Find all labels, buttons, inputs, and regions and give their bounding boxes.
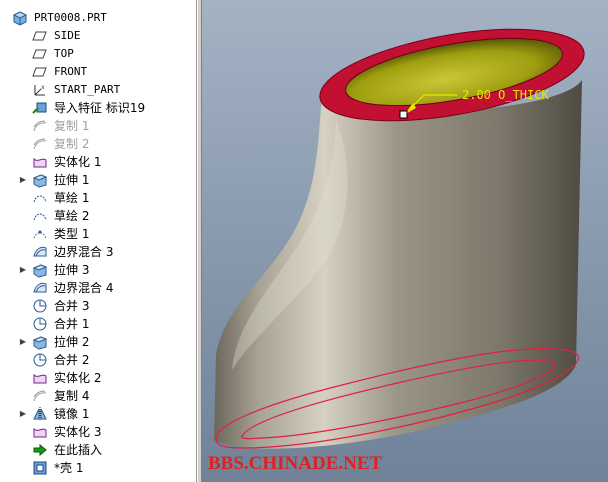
- svg-text:x: x: [41, 84, 45, 91]
- tree-root-label: PRT0008.PRT: [34, 11, 107, 24]
- extrude-icon: [32, 172, 48, 188]
- tree-item-label: 镜像 1: [54, 407, 90, 421]
- tree-item-label: 拉伸 1: [54, 173, 90, 187]
- boundary-blend-icon: [32, 244, 48, 260]
- dimension-label[interactable]: 2.00 O_THICK: [462, 88, 549, 102]
- tree-item[interactable]: ▶ 拉伸 2: [0, 333, 196, 351]
- tree-item-label: FRONT: [54, 65, 88, 78]
- tree-root-part[interactable]: PRT0008.PRT: [0, 9, 196, 27]
- copy-icon: [32, 118, 48, 134]
- copy-icon: [32, 388, 48, 404]
- expand-arrow-icon[interactable]: ▶: [18, 337, 28, 347]
- tree-item[interactable]: 复制 4: [0, 387, 196, 405]
- graphics-viewport[interactable]: 2.00 O_THICK BBS.CHINADE.NET: [202, 0, 608, 482]
- dimension-pick-point[interactable]: [399, 110, 408, 119]
- boundary-blend-icon: [32, 280, 48, 296]
- tree-item-label: 导入特征 标识19: [54, 101, 146, 115]
- part-icon: [12, 10, 28, 26]
- merge-icon: [32, 316, 48, 332]
- tree-item-label: START_PART: [54, 83, 121, 96]
- tree-item-label: 合并 2: [54, 353, 90, 367]
- tree-item[interactable]: *壳 1: [0, 459, 196, 477]
- tree-item[interactable]: FRONT: [0, 63, 196, 81]
- expand-arrow-icon[interactable]: ▶: [18, 265, 28, 275]
- merge-icon: [32, 298, 48, 314]
- tree-item[interactable]: 草绘 1: [0, 189, 196, 207]
- model-view: 2.00 O_THICK BBS.CHINADE.NET: [202, 0, 608, 482]
- merge-icon: [32, 352, 48, 368]
- tree-item[interactable]: 在此插入: [0, 441, 196, 459]
- watermark: BBS.CHINADE.NET: [208, 453, 383, 474]
- tree-item-label: 实体化 3: [54, 425, 102, 439]
- coordinate-system-icon: x: [32, 82, 48, 98]
- copy-icon: [32, 136, 48, 152]
- sketch-icon: [32, 190, 48, 206]
- extrude-icon: [32, 334, 48, 350]
- tree-item[interactable]: 边界混合 4: [0, 279, 196, 297]
- tree-item[interactable]: TOP: [0, 45, 196, 63]
- tree-item[interactable]: SIDE: [0, 27, 196, 45]
- tree-item[interactable]: 合并 3: [0, 297, 196, 315]
- tree-item[interactable]: 复制 1: [0, 117, 196, 135]
- tree-item[interactable]: 合并 1: [0, 315, 196, 333]
- tree-item-label: 合并 1: [54, 317, 90, 331]
- tree-item[interactable]: 合并 2: [0, 351, 196, 369]
- tree-item-label: 拉伸 2: [54, 335, 90, 349]
- tree-item[interactable]: 实体化 3: [0, 423, 196, 441]
- tree-item-label: 边界混合 3: [54, 245, 114, 259]
- tree-item[interactable]: x START_PART: [0, 81, 196, 99]
- model-tree: PRT0008.PRT SIDE TOP FRONT x START_PART 导入特征 标…: [0, 0, 197, 482]
- mirror-icon: [32, 406, 48, 422]
- tree-item-label: *壳 1: [54, 461, 84, 475]
- type-icon: [32, 226, 48, 242]
- tree-item[interactable]: 草绘 2: [0, 207, 196, 225]
- tree-item-label: 合并 3: [54, 299, 90, 313]
- tree-item-label: 类型 1: [54, 227, 90, 241]
- insert-here-arrow-icon: [32, 442, 48, 458]
- tree-item-label: 复制 1: [54, 119, 90, 133]
- tree-item-label: 草绘 1: [54, 191, 90, 205]
- tree-item[interactable]: 实体化 1: [0, 153, 196, 171]
- datum-plane-icon: [32, 28, 48, 44]
- import-feature-icon: [32, 100, 48, 116]
- tree-item-label: 实体化 1: [54, 155, 102, 169]
- tree-item-label: 复制 2: [54, 137, 90, 151]
- solidify-icon: [32, 370, 48, 386]
- tree-item-label: 边界混合 4: [54, 281, 114, 295]
- datum-plane-icon: [32, 46, 48, 62]
- tree-item-label: 拉伸 3: [54, 263, 90, 277]
- tree-item[interactable]: 类型 1: [0, 225, 196, 243]
- tree-item[interactable]: 导入特征 标识19: [0, 99, 196, 117]
- tree-item-label: 在此插入: [54, 443, 103, 457]
- expand-arrow-icon[interactable]: ▶: [18, 175, 28, 185]
- tree-item-label: 实体化 2: [54, 371, 102, 385]
- extrude-icon: [32, 262, 48, 278]
- shell-icon: [32, 460, 48, 476]
- tree-item-label: 草绘 2: [54, 209, 90, 223]
- tree-item-label: TOP: [54, 47, 74, 60]
- tree-item[interactable]: 复制 2: [0, 135, 196, 153]
- datum-plane-icon: [32, 64, 48, 80]
- solidify-icon: [32, 154, 48, 170]
- solidify-icon: [32, 424, 48, 440]
- tree-item[interactable]: ▶ 拉伸 3: [0, 261, 196, 279]
- expand-arrow-icon[interactable]: ▶: [18, 409, 28, 419]
- tree-item[interactable]: 实体化 2: [0, 369, 196, 387]
- tree-item[interactable]: ▶ 镜像 1: [0, 405, 196, 423]
- sketch-icon: [32, 208, 48, 224]
- tree-item-label: SIDE: [54, 29, 81, 42]
- tree-item[interactable]: ▶ 拉伸 1: [0, 171, 196, 189]
- tree-item-label: 复制 4: [54, 389, 90, 403]
- tree-item[interactable]: 边界混合 3: [0, 243, 196, 261]
